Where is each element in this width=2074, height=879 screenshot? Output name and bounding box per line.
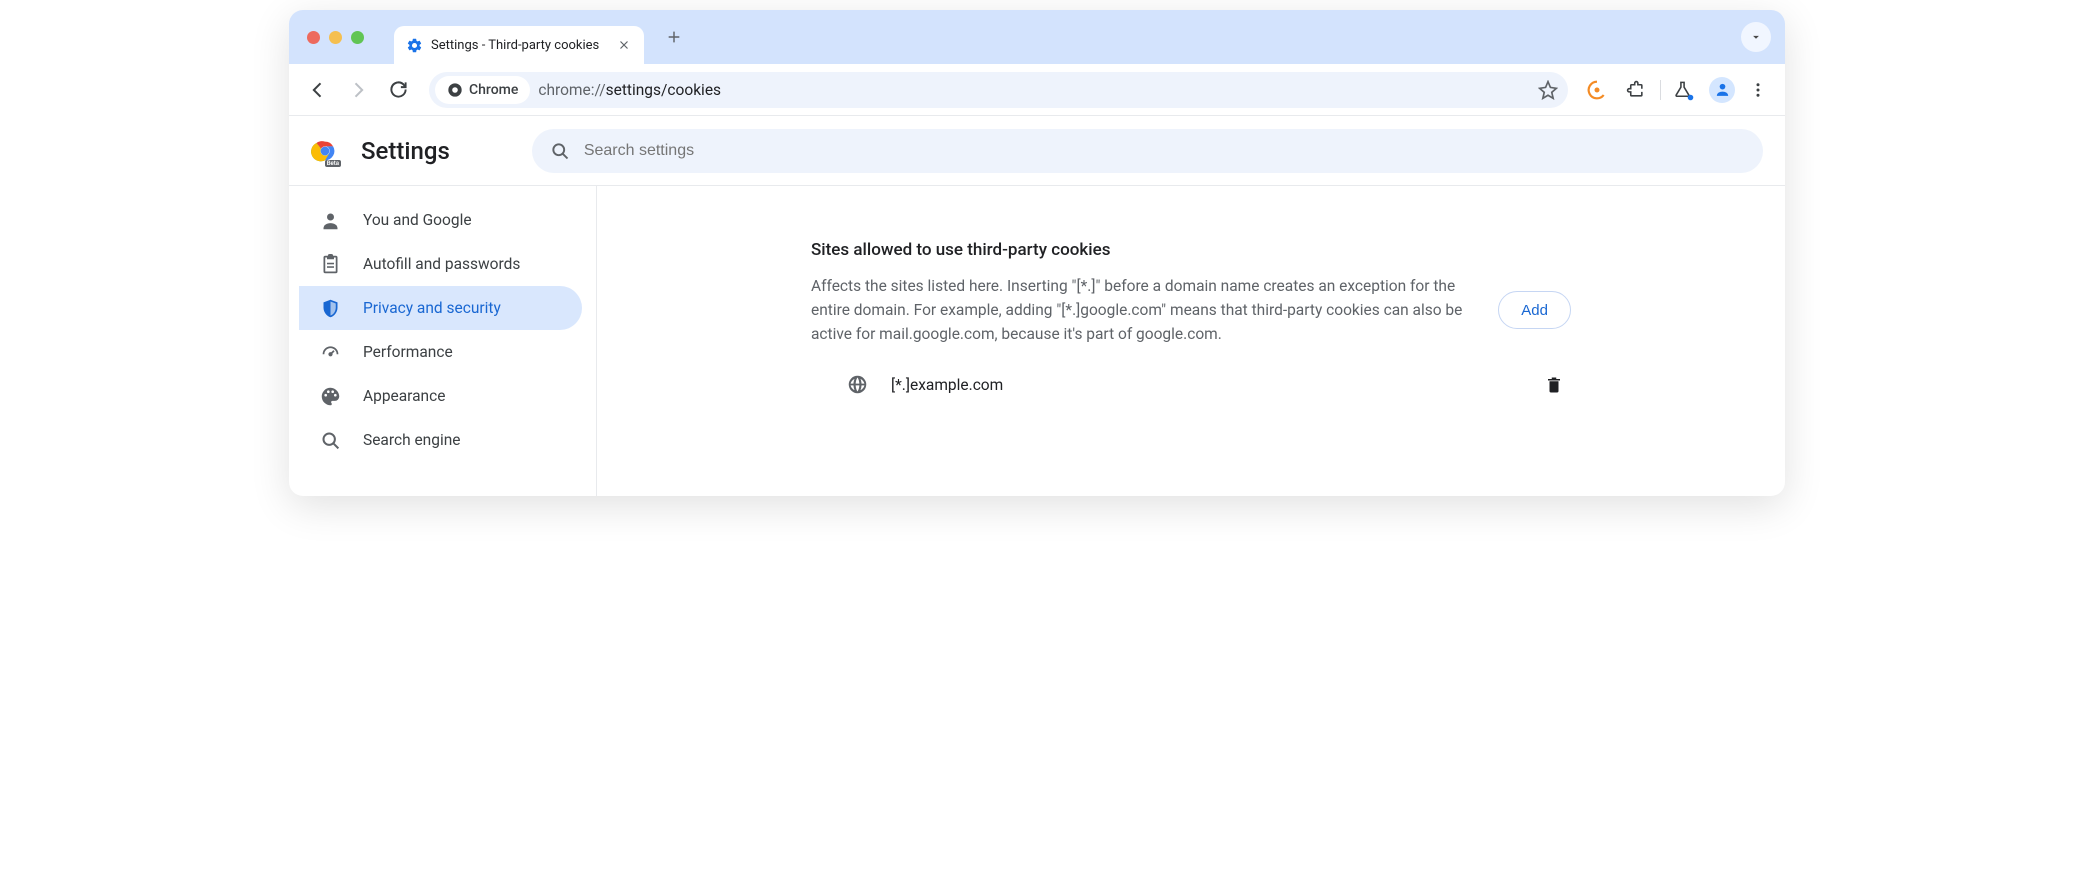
close-window-button[interactable] <box>307 31 320 44</box>
section-title: Sites allowed to use third-party cookies <box>811 240 1571 260</box>
forward-button[interactable] <box>341 73 375 107</box>
delete-site-button[interactable] <box>1545 376 1563 394</box>
settings-sidebar: You and Google Autofill and passwords Pr… <box>289 186 597 496</box>
settings-search[interactable] <box>532 129 1763 173</box>
browser-window: Settings - Third-party cookies Chrome <box>289 10 1785 496</box>
profile-avatar[interactable] <box>1709 77 1735 103</box>
chrome-menu-button[interactable] <box>1743 75 1773 105</box>
maximize-window-button[interactable] <box>351 31 364 44</box>
tab-search-button[interactable] <box>1741 22 1771 52</box>
minimize-window-button[interactable] <box>329 31 342 44</box>
search-icon <box>550 141 570 161</box>
add-site-button[interactable]: Add <box>1498 291 1571 329</box>
bookmark-star-icon[interactable] <box>1538 80 1558 100</box>
sidebar-item-label: Privacy and security <box>363 299 501 317</box>
site-chip[interactable]: Chrome <box>435 76 530 104</box>
chrome-logo-icon: Beta <box>311 137 339 165</box>
sidebar-item-search-engine[interactable]: Search engine <box>299 418 582 462</box>
site-chip-label: Chrome <box>469 82 518 98</box>
settings-favicon-icon <box>406 37 423 54</box>
toolbar-divider <box>1660 80 1661 100</box>
sidebar-item-label: You and Google <box>363 211 472 229</box>
sidebar-item-label: Performance <box>363 343 453 361</box>
shield-icon <box>319 297 341 319</box>
toolbar-actions <box>1582 75 1773 105</box>
clipboard-icon <box>319 253 341 275</box>
sidebar-item-performance[interactable]: Performance <box>299 330 582 374</box>
url-text: chrome://settings/cookies <box>538 81 721 99</box>
new-tab-button[interactable] <box>660 23 688 51</box>
browser-tab[interactable]: Settings - Third-party cookies <box>394 26 644 64</box>
settings-body: You and Google Autofill and passwords Pr… <box>289 186 1785 496</box>
tab-title: Settings - Third-party cookies <box>431 38 608 53</box>
chrome-icon <box>447 82 463 98</box>
tab-strip: Settings - Third-party cookies <box>289 10 1785 64</box>
back-button[interactable] <box>301 73 335 107</box>
speedometer-icon <box>319 341 341 363</box>
search-icon <box>319 429 341 451</box>
cookies-section: Sites allowed to use third-party cookies… <box>811 204 1571 478</box>
section-description: Affects the sites listed here. Inserting… <box>811 274 1478 346</box>
browser-toolbar: Chrome chrome://settings/cookies <box>289 64 1785 116</box>
settings-search-input[interactable] <box>584 142 1745 160</box>
reload-button[interactable] <box>381 73 415 107</box>
sidebar-item-privacy[interactable]: Privacy and security <box>299 286 582 330</box>
site-pattern: [*.]example.com <box>891 376 1545 394</box>
palette-icon <box>319 385 341 407</box>
close-tab-button[interactable] <box>616 37 632 53</box>
settings-main: Sites allowed to use third-party cookies… <box>597 186 1785 496</box>
settings-header: Beta Settings <box>289 116 1785 186</box>
address-bar[interactable]: Chrome chrome://settings/cookies <box>429 72 1568 108</box>
labs-flask-icon[interactable] <box>1671 75 1701 105</box>
extension-openvpn-icon[interactable] <box>1582 75 1612 105</box>
window-controls <box>307 31 364 44</box>
sidebar-item-label: Autofill and passwords <box>363 255 520 273</box>
sidebar-item-label: Search engine <box>363 431 461 449</box>
allowed-site-row: [*.]example.com <box>811 358 1571 412</box>
sidebar-item-autofill[interactable]: Autofill and passwords <box>299 242 582 286</box>
globe-icon <box>847 374 869 396</box>
sidebar-item-appearance[interactable]: Appearance <box>299 374 582 418</box>
person-icon <box>319 209 341 231</box>
sidebar-item-you-and-google[interactable]: You and Google <box>299 198 582 242</box>
extensions-puzzle-icon[interactable] <box>1620 75 1650 105</box>
page-title: Settings <box>361 137 450 165</box>
sidebar-item-label: Appearance <box>363 387 445 405</box>
